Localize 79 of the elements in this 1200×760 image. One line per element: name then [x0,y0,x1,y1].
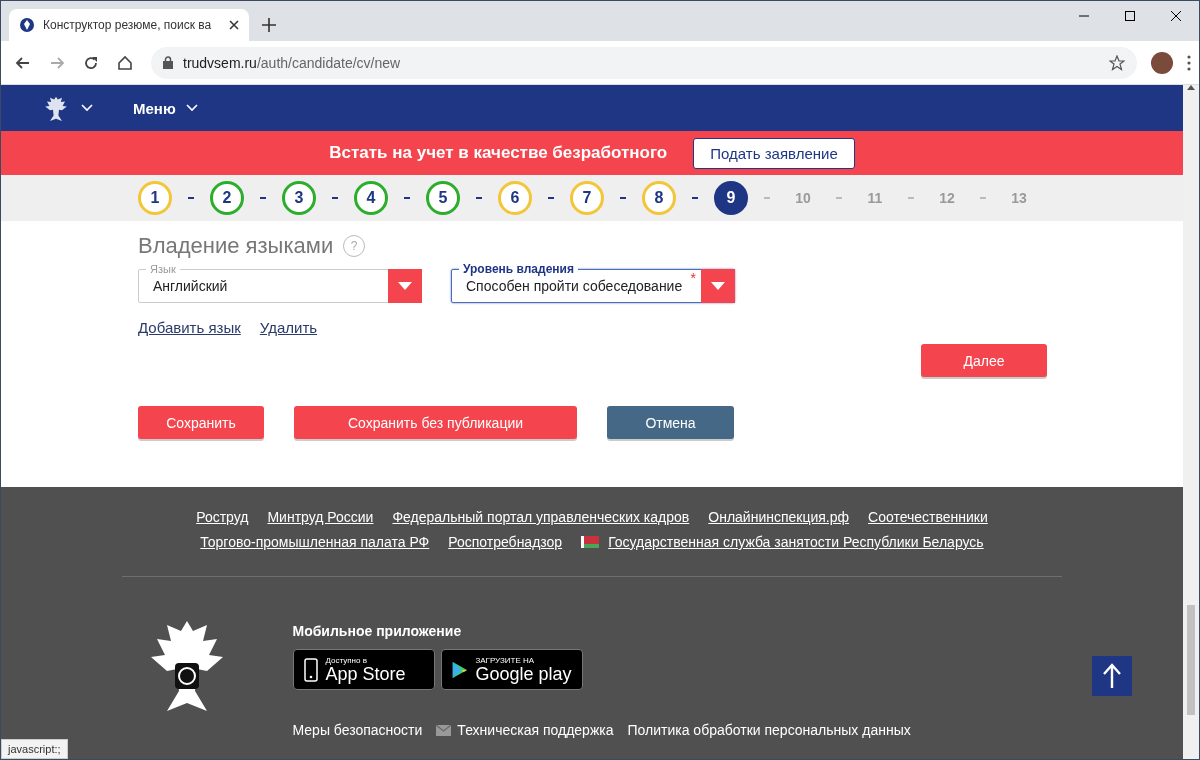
section-heading: Мобильное приложение [292,623,463,639]
app-store-badge[interactable]: Доступно в App Store [292,649,435,690]
scrollbar-thumb[interactable] [1187,605,1195,715]
google-play-badge[interactable]: ЗАГРУЗИТЕ НА Google play [440,649,583,690]
save-button[interactable]: Сохранить [138,406,264,439]
step-separator [980,197,986,199]
footer-link[interactable]: Соотечественники [868,509,988,525]
field-value: Способен пройти собеседование [466,278,684,294]
star-icon[interactable] [1109,54,1125,71]
emblem-icon [19,17,35,33]
footer-link[interactable]: Техническая поддержка [457,722,614,738]
footer-link[interactable]: Государственная служба занятости Республики Беларусь [608,534,984,550]
home-icon[interactable] [116,53,134,72]
field-label: Уровень владения [459,263,578,275]
step-indicator[interactable]: 8 [642,181,676,215]
banner-text: Встать на учет в качестве безработного [329,143,668,163]
field-label: Язык [146,263,180,275]
link[interactable]: Добавить язык [138,319,241,336]
step-separator [908,197,914,199]
close-icon[interactable] [229,20,239,30]
badge-title: App Store [325,664,406,683]
step-indicator[interactable]: 2 [210,181,244,215]
step-separator [332,197,338,199]
envelope-icon [436,724,452,736]
step-indicator[interactable]: 3 [282,181,316,215]
url-text: trudvsem.ru/auth/candidate/cv/new [183,54,402,71]
step-indicator[interactable]: 1 [138,181,172,215]
close-icon[interactable] [1170,10,1182,22]
footer-link[interactable]: Минтруд России [267,509,374,525]
maximize-icon[interactable] [1124,10,1136,22]
step-separator [764,197,770,199]
chevron-down-icon[interactable] [81,104,93,112]
badge-title: Google play [475,664,572,683]
step-indicator[interactable]: 9 [714,181,748,215]
step-indicator[interactable]: 4 [354,181,388,215]
footer-link[interactable]: Онлайнинспекция.рф [708,509,850,525]
badge-caption: Доступно в [325,656,368,665]
step-indicator[interactable]: 5 [426,181,460,215]
browser-tab[interactable]: Конструктор резюме, поиск ва [9,9,249,41]
plus-icon[interactable] [261,17,277,33]
link[interactable]: Удалить [259,319,318,336]
step-indicator[interactable]: 6 [498,181,532,215]
step-separator [548,197,554,199]
step-separator [836,197,842,199]
footer-link[interactable]: Роструд [196,509,249,525]
footer-link[interactable]: Торгово-промышленная палата РФ [200,534,430,550]
section-title: Владение языками [138,233,334,259]
caret-down-icon[interactable] [398,282,412,290]
footer-link[interactable]: Меры безопасности [292,722,423,738]
scrollbar[interactable] [1183,85,1199,759]
chevron-down-icon [185,104,198,112]
footer-link[interactable]: Политика обработки персональных данных [627,722,911,738]
step-indicator[interactable]: 7 [570,181,604,215]
footer-link[interactable]: Федеральный портал управленческих кадров [392,509,690,525]
apply-button[interactable]: Подать заявление [693,137,855,169]
arrow-up-icon [1102,663,1122,689]
scroll-to-top-button[interactable] [1092,656,1132,696]
step-separator [620,197,626,199]
footer-link[interactable]: Роспотребнадзор [448,534,563,550]
more-icon[interactable] [1187,54,1191,71]
caret-down-icon[interactable] [711,282,725,290]
avatar[interactable] [1151,51,1173,74]
step-separator [260,197,266,199]
address-bar[interactable]: trudvsem.ru/auth/candidate/cv/new [151,46,1137,79]
step-separator [476,197,482,199]
status-bar-text: javascript:; [1,739,68,759]
step-separator [692,197,698,199]
cancel-button[interactable]: Отмена [607,406,734,439]
field-value: Английский [153,278,229,294]
menu-button[interactable]: Меню [133,99,198,117]
badge-caption: ЗАГРУЗИТЕ НА [475,656,536,665]
lock-icon [163,56,173,69]
save-button[interactable]: Сохранить без публикации [294,406,577,439]
step-separator [188,197,194,199]
phone-icon [303,657,318,682]
next-button[interactable]: Далее [921,344,1047,377]
step-separator [404,197,410,199]
arrow-up-icon [1187,85,1195,90]
required-mark: * [690,270,696,286]
